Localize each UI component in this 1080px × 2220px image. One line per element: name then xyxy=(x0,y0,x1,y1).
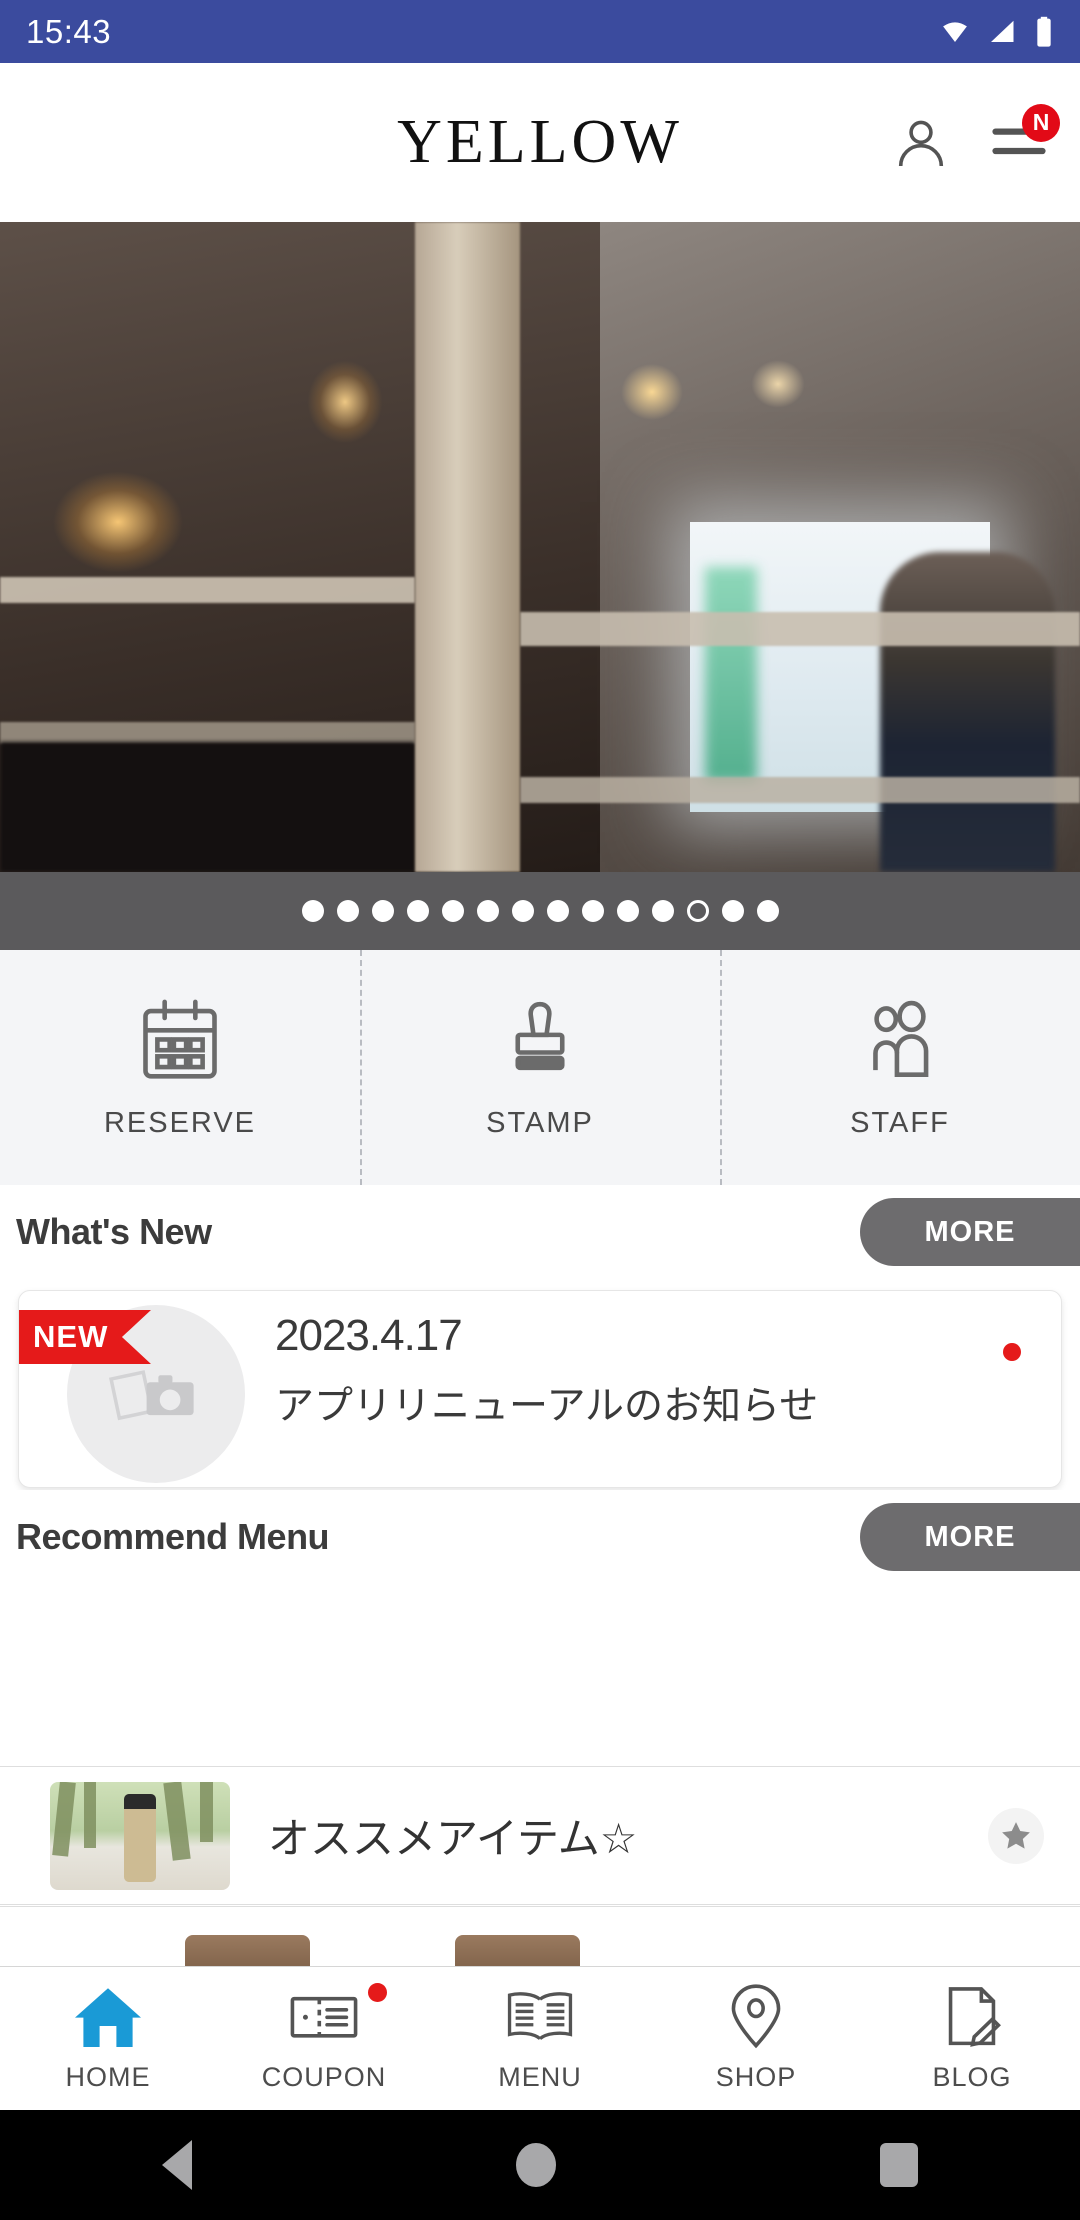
quick-action-label: STAFF xyxy=(850,1107,950,1139)
blog-pen-icon xyxy=(948,1987,1001,2047)
news-card[interactable]: NEW 2023.4.17 アプリリニューアルのお知らせ xyxy=(18,1290,1062,1488)
menu-button[interactable]: N xyxy=(982,103,1060,180)
nav-item-coupon[interactable]: COUPON xyxy=(216,1967,432,2110)
account-button[interactable] xyxy=(884,106,958,180)
whats-new-header: What's New MORE xyxy=(0,1185,1080,1279)
section-title-recommend-menu: Recommend Menu xyxy=(16,1516,330,1557)
carousel-dot[interactable] xyxy=(441,900,464,922)
recommend-item-title: オススメアイテム☆ xyxy=(268,1814,638,1863)
carousel-dot[interactable] xyxy=(301,900,324,922)
recommend-item-favorite-button[interactable] xyxy=(988,1807,1044,1864)
quick-action-stamp[interactable]: STAMP xyxy=(360,950,720,1185)
back-triangle-icon[interactable] xyxy=(162,2140,192,2190)
quick-action-staff[interactable]: STAFF xyxy=(720,950,1080,1185)
carousel-dot[interactable] xyxy=(651,900,674,922)
news-unread-dot xyxy=(1003,1343,1021,1361)
nav-item-home[interactable]: HOME xyxy=(0,1967,216,2110)
carousel-indicator[interactable] xyxy=(0,872,1080,950)
hero-carousel[interactable] xyxy=(0,222,1080,872)
carousel-dot[interactable] xyxy=(406,900,429,922)
news-title: アプリリニューアルのお知らせ xyxy=(275,1384,819,1429)
carousel-dot[interactable] xyxy=(336,900,359,922)
recommend-menu-header: Recommend Menu MORE xyxy=(0,1490,1080,1584)
nav-label-shop: SHOP xyxy=(715,2062,797,2092)
recommend-menu-row[interactable]: オススメアイテム☆ xyxy=(0,1766,1080,1905)
map-pin-icon xyxy=(731,1984,781,2049)
home-icon xyxy=(75,1988,141,2047)
nav-item-shop[interactable]: SHOP xyxy=(648,1967,864,2110)
menu-notification-badge: N xyxy=(1022,103,1060,142)
app-header: YELLOW N xyxy=(0,63,1080,222)
nav-label-home: HOME xyxy=(65,2062,151,2092)
status-time: 15:43 xyxy=(26,12,112,50)
carousel-dot[interactable] xyxy=(371,900,394,922)
bottom-navigation: HOME COUPON MENU SHOP BLOG xyxy=(0,1966,1080,2110)
carousel-dot[interactable] xyxy=(546,900,569,922)
home-circle-icon[interactable] xyxy=(516,2143,556,2187)
recommend-item-thumbnail xyxy=(50,1781,230,1890)
carousel-dot[interactable] xyxy=(581,900,604,922)
status-bar: 15:43 xyxy=(0,0,1080,63)
quick-action-label: STAMP xyxy=(486,1107,594,1139)
android-system-nav xyxy=(0,2110,1080,2220)
carousel-dot[interactable] xyxy=(756,900,779,922)
quick-action-reserve[interactable]: RESERVE xyxy=(0,950,360,1185)
nav-label-coupon: COUPON xyxy=(261,2062,387,2092)
carousel-dot[interactable] xyxy=(721,900,744,922)
section-title-whats-new: What's New xyxy=(16,1211,212,1252)
carousel-dot[interactable] xyxy=(616,900,639,922)
person-icon xyxy=(898,120,944,166)
news-date: 2023.4.17 xyxy=(275,1311,463,1360)
news-body: 2023.4.17 アプリリニューアルのお知らせ xyxy=(275,1311,991,1431)
coupon-badge-dot xyxy=(368,1983,387,2002)
quick-actions: RESERVE STAMP STAFF xyxy=(0,950,1080,1185)
recommend-menu-row-partial[interactable] xyxy=(0,1906,1080,1966)
nav-item-menu[interactable]: MENU xyxy=(432,1967,648,2110)
signal-icon xyxy=(991,20,1014,42)
calendar-icon xyxy=(143,999,217,1079)
carousel-dot-active[interactable] xyxy=(686,900,709,922)
quick-action-label: RESERVE xyxy=(103,1107,257,1139)
stamp-icon xyxy=(515,1001,565,1071)
nav-item-blog[interactable]: BLOG xyxy=(864,1967,1080,2110)
wifi-icon xyxy=(943,21,967,42)
carousel-dot[interactable] xyxy=(511,900,534,922)
book-icon xyxy=(507,1992,573,2040)
whats-new-more-button[interactable]: MORE xyxy=(860,1198,1080,1266)
staff-people-icon xyxy=(873,1000,929,1078)
hero-image xyxy=(0,222,1080,872)
recommend-menu-more-button[interactable]: MORE xyxy=(860,1503,1080,1571)
coupon-icon xyxy=(290,1996,358,2038)
status-icons xyxy=(937,16,1054,48)
star-icon xyxy=(1002,1821,1030,1849)
recents-square-icon[interactable] xyxy=(880,2143,918,2187)
nav-label-blog: BLOG xyxy=(932,2062,1012,2092)
app-screen: 15:43 YELLOW N RESERVE STAMP STAFF What'… xyxy=(0,0,1080,2220)
carousel-dot[interactable] xyxy=(476,900,499,922)
photo-placeholder-icon xyxy=(109,1370,194,1421)
nav-label-menu: MENU xyxy=(498,2062,582,2092)
header-actions: N xyxy=(884,103,1060,180)
battery-icon xyxy=(1037,16,1051,47)
